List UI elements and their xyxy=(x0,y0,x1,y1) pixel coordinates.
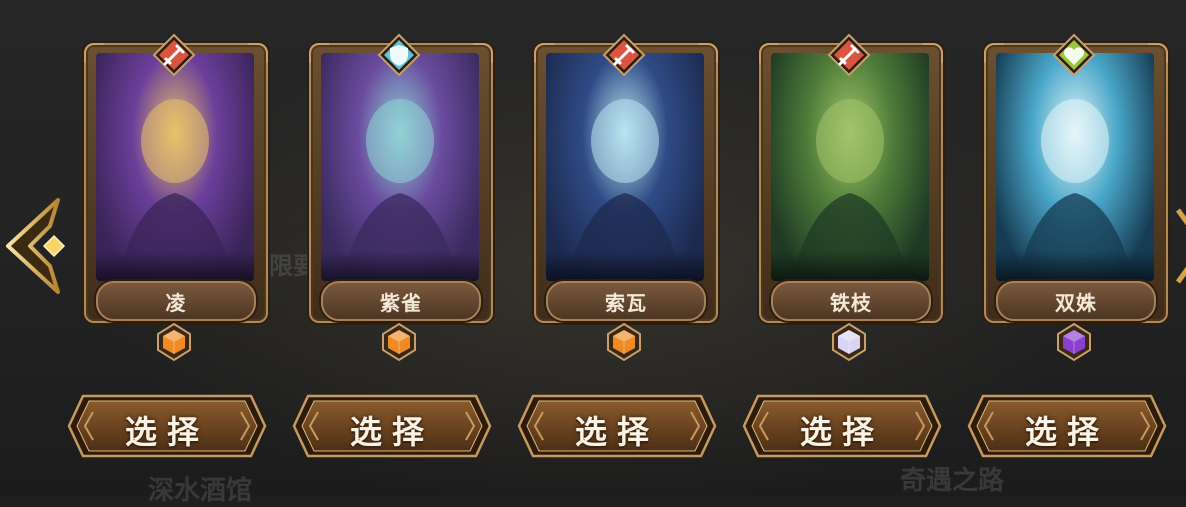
select-button-label: 选择 xyxy=(799,413,884,451)
orange-gem-icon xyxy=(156,322,192,362)
hero-card[interactable]: 索瓦 xyxy=(530,33,718,363)
sword-icon xyxy=(827,33,871,77)
hero-portrait xyxy=(996,53,1154,281)
hero-card[interactable]: 紫雀 xyxy=(305,33,493,363)
orange-gem-icon xyxy=(381,322,417,362)
purple-gem-icon xyxy=(1056,322,1092,362)
hero-name: 紫雀 xyxy=(321,281,481,321)
chevron-left-icon xyxy=(6,198,66,294)
hero-portrait xyxy=(771,53,929,281)
background-text-bottom-left: 深水酒馆 xyxy=(148,476,253,506)
hero-portrait xyxy=(96,53,254,281)
select-button[interactable]: 选择 xyxy=(742,392,942,460)
shield-icon xyxy=(377,33,421,77)
chevron-right-icon xyxy=(1175,208,1186,284)
hero-name: 铁枝 xyxy=(771,281,931,321)
select-button[interactable]: 选择 xyxy=(67,392,267,460)
next-page-arrow[interactable] xyxy=(1170,196,1186,296)
sword-icon xyxy=(602,33,646,77)
select-button-label: 选择 xyxy=(124,413,209,451)
select-button-label: 选择 xyxy=(349,413,434,451)
white-gem-icon xyxy=(831,322,867,362)
hero-card[interactable]: 双姝 xyxy=(980,33,1168,363)
hero-portrait xyxy=(321,53,479,281)
previous-page-arrow[interactable] xyxy=(0,196,70,296)
hero-name: 双姝 xyxy=(996,281,1156,321)
orange-gem-icon xyxy=(606,322,642,362)
hero-name: 凌 xyxy=(96,281,256,321)
hero-card[interactable]: 凌 xyxy=(80,33,268,363)
background-text-bottom-right: 奇遇之路 xyxy=(900,466,1005,496)
hero-name: 索瓦 xyxy=(546,281,706,321)
heart-icon xyxy=(1052,33,1096,77)
select-button-label: 选择 xyxy=(574,413,659,451)
select-button[interactable]: 选择 xyxy=(517,392,717,460)
sword-icon xyxy=(152,33,196,77)
select-button-label: 选择 xyxy=(1024,413,1109,451)
hero-card[interactable]: 铁枝 xyxy=(755,33,943,363)
select-button[interactable]: 选择 xyxy=(967,392,1167,460)
hero-portrait xyxy=(546,53,704,281)
select-button[interactable]: 选择 xyxy=(292,392,492,460)
